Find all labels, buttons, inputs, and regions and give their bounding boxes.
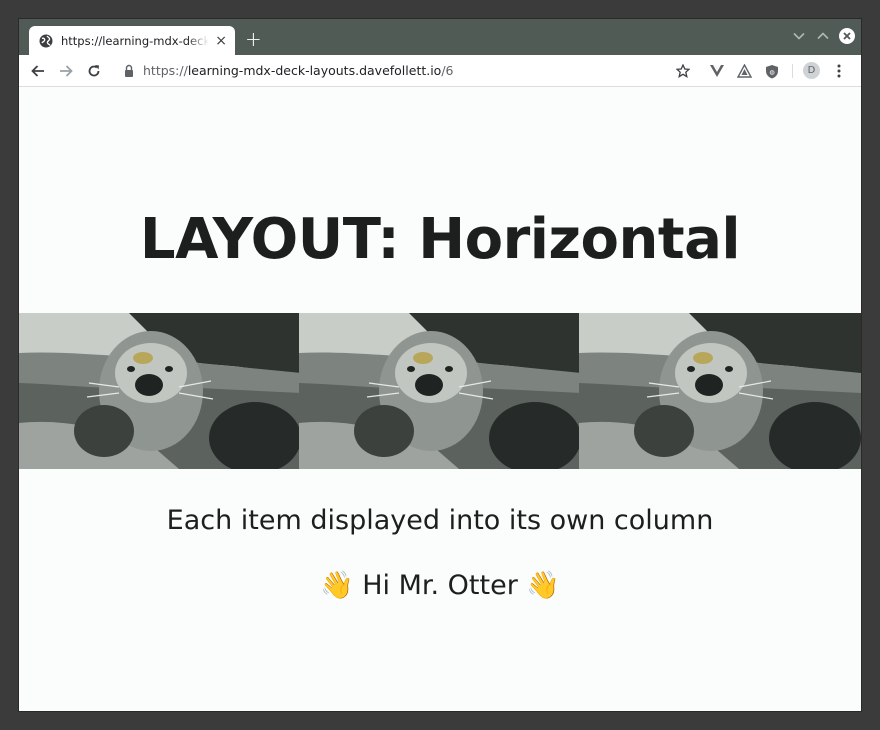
otter-photo [579, 313, 861, 469]
waving-hand-icon: 👋 [526, 570, 561, 601]
browser-toolbar: https://learning-mdx-deck-layouts.davefo… [19, 55, 861, 87]
kebab-menu-icon[interactable] [831, 63, 847, 79]
lock-icon[interactable] [123, 64, 135, 78]
minimize-icon[interactable] [791, 28, 807, 44]
browser-window: https://learning-mdx-deck-layouts.davefo… [18, 18, 862, 712]
image-row [19, 313, 861, 469]
forward-arrow-icon[interactable] [57, 62, 75, 80]
globe-icon [39, 34, 53, 47]
maximize-icon[interactable] [815, 28, 831, 44]
profile-avatar[interactable]: D [803, 62, 820, 79]
waving-hand-icon: 👋 [319, 570, 354, 601]
greeting-text: Hi Mr. Otter [362, 570, 518, 601]
slide-title: LAYOUT: Horizontal [139, 207, 741, 272]
browser-tab[interactable]: https://learning-mdx-deck-layouts.davefo… [29, 26, 235, 55]
url-scheme: https:// [143, 63, 188, 78]
slide-caption: Each item displayed into its own column [166, 505, 714, 536]
url-host: learning-mdx-deck-layouts.davefollett.io [187, 63, 442, 78]
reload-icon[interactable] [85, 62, 103, 80]
tab-close-icon[interactable]: × [215, 34, 227, 48]
vue-devtools-icon[interactable] [709, 63, 725, 79]
window-close-icon[interactable] [839, 28, 855, 44]
extension-triangle-icon[interactable] [736, 63, 752, 79]
toolbar-divider [792, 64, 793, 78]
otter-photo [299, 313, 579, 469]
greeting-line: 👋 Hi Mr. Otter 👋 [19, 569, 861, 601]
tab-strip: https://learning-mdx-deck-layouts.davefo… [19, 19, 861, 55]
new-tab-button[interactable]: + [245, 29, 262, 49]
back-arrow-icon[interactable] [29, 62, 47, 80]
otter-photo [19, 313, 299, 469]
url-path: /6 [441, 63, 454, 78]
star-bookmark-icon[interactable] [675, 63, 691, 79]
slide-page: LAYOUT: Horizontal Each item displayed i… [19, 87, 861, 711]
shield-icon[interactable]: ◍ [764, 63, 780, 79]
tab-title: https://learning-mdx-deck-layouts.davefo… [61, 33, 210, 48]
window-controls [791, 28, 855, 44]
address-bar[interactable]: https://learning-mdx-deck-layouts.davefo… [143, 63, 454, 78]
svg-text:◍: ◍ [769, 69, 774, 76]
